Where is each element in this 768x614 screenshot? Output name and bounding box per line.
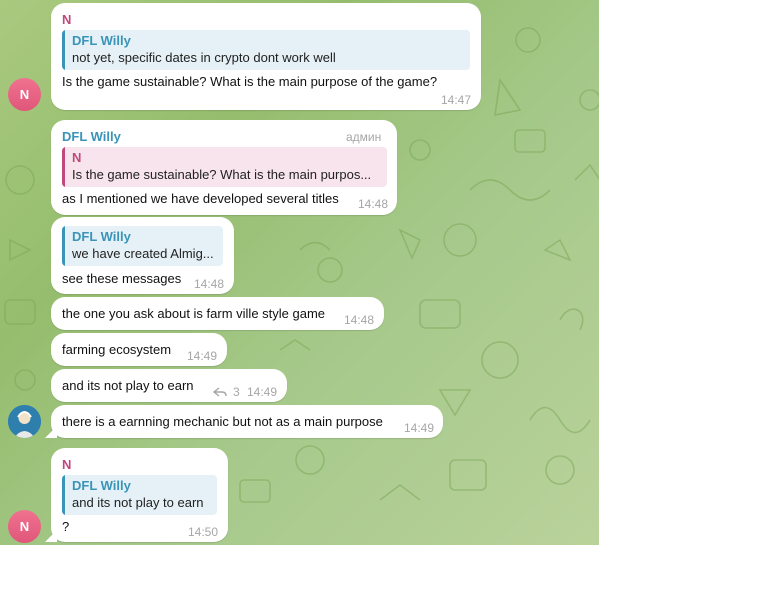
message-text: as I mentioned we have developed several…	[62, 191, 339, 206]
message-time: 14:48	[194, 277, 225, 291]
quote-text: Is the game sustainable? What is the mai…	[72, 167, 372, 182]
admin-badge: админ	[346, 130, 382, 144]
message-text: ?	[62, 519, 70, 534]
reply-quote[interactable]: DFL Willy and its not play to earn	[62, 475, 217, 515]
message-text: Is the game sustainable? What is the mai…	[62, 74, 438, 89]
quote-author: DFL Willy	[72, 33, 131, 48]
replies-counter[interactable]: 3	[213, 385, 240, 399]
message-time: 14:47	[441, 93, 472, 107]
message-bubble[interactable]: the one you ask about is farm ville styl…	[51, 297, 384, 330]
message-time: 14:50	[188, 525, 219, 539]
message-time: 14:48	[344, 313, 375, 327]
avatar[interactable]: N	[8, 78, 41, 111]
message-bubble[interactable]: and its not play to earn 3 14:49	[51, 369, 287, 402]
avatar[interactable]	[8, 405, 41, 438]
message-bubble[interactable]: N DFL Willy not yet, specific dates in c…	[51, 3, 481, 110]
reply-arrow-icon	[213, 387, 227, 397]
message-bubble[interactable]: farming ecosystem 14:49	[51, 333, 227, 366]
message-text: farming ecosystem	[62, 342, 172, 357]
quote-text: we have created Almig...	[72, 246, 214, 261]
quote-author: DFL Willy	[72, 478, 131, 493]
sender-name[interactable]: N	[62, 457, 71, 472]
message-time: 14:49	[247, 385, 278, 399]
message-bubble[interactable]: DFL Willy админ N Is the game sustainabl…	[51, 120, 397, 215]
quote-text: not yet, specific dates in crypto dont w…	[72, 50, 336, 65]
quote-author: N	[72, 150, 82, 165]
message-text: there is a earnning mechanic but not as …	[62, 414, 383, 429]
avatar[interactable]: N	[8, 510, 41, 543]
message-text: and its not play to earn	[62, 378, 194, 393]
sender-name[interactable]: N	[62, 12, 71, 27]
reply-count-value: 3	[233, 385, 240, 399]
reply-quote[interactable]: DFL Willy we have created Almig...	[62, 226, 223, 266]
message-bubble[interactable]: DFL Willy we have created Almig... see t…	[51, 217, 234, 294]
message-bubble[interactable]: there is a earnning mechanic but not as …	[51, 405, 443, 438]
chat-background: N DFL Willy not yet, specific dates in c…	[0, 0, 599, 545]
quote-text: and its not play to earn	[72, 495, 204, 510]
message-text: see these messages	[62, 271, 182, 286]
avatar-photo-icon	[8, 405, 41, 438]
reply-quote[interactable]: DFL Willy not yet, specific dates in cry…	[62, 30, 470, 70]
reply-quote[interactable]: N Is the game sustainable? What is the m…	[62, 147, 387, 187]
quote-author: DFL Willy	[72, 229, 131, 244]
message-text: the one you ask about is farm ville styl…	[62, 306, 326, 321]
message-time: 14:49	[187, 349, 218, 363]
sender-name[interactable]: DFL Willy	[62, 129, 121, 144]
message-bubble[interactable]: N DFL Willy and its not play to earn ? 1…	[51, 448, 228, 542]
message-time: 14:49	[404, 421, 435, 435]
message-time: 14:48	[358, 197, 389, 211]
